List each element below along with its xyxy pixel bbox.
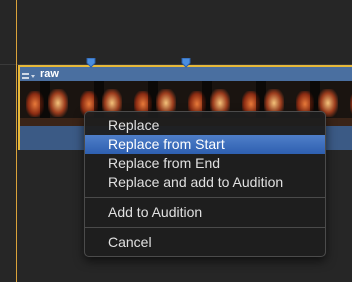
menu-item-replace-from-end[interactable]: Replace from End — [85, 154, 325, 173]
clip-header[interactable]: raw — [20, 67, 352, 81]
menu-item-cancel[interactable]: Cancel — [85, 233, 325, 252]
filmstrip-frame — [20, 81, 74, 126]
menu-item-replace-and-add-to-audition[interactable]: Replace and add to Audition — [85, 173, 325, 192]
menu-item-add-to-audition[interactable]: Add to Audition — [85, 203, 325, 222]
menu-item-replace[interactable]: Replace — [85, 116, 325, 135]
menu-separator — [85, 197, 325, 198]
timeline-area: raw Replace Replace from Start Replace f… — [0, 0, 352, 282]
clip-menu-icon[interactable] — [22, 69, 36, 79]
menu-item-replace-from-start[interactable]: Replace from Start — [85, 135, 325, 154]
marker-icon[interactable] — [181, 58, 191, 68]
context-menu: Replace Replace from Start Replace from … — [84, 111, 326, 257]
menu-separator — [85, 227, 325, 228]
playhead[interactable] — [16, 0, 17, 282]
marker-icon[interactable] — [86, 58, 96, 68]
clip-name: raw — [40, 68, 59, 80]
filmstrip-frame — [344, 81, 352, 126]
